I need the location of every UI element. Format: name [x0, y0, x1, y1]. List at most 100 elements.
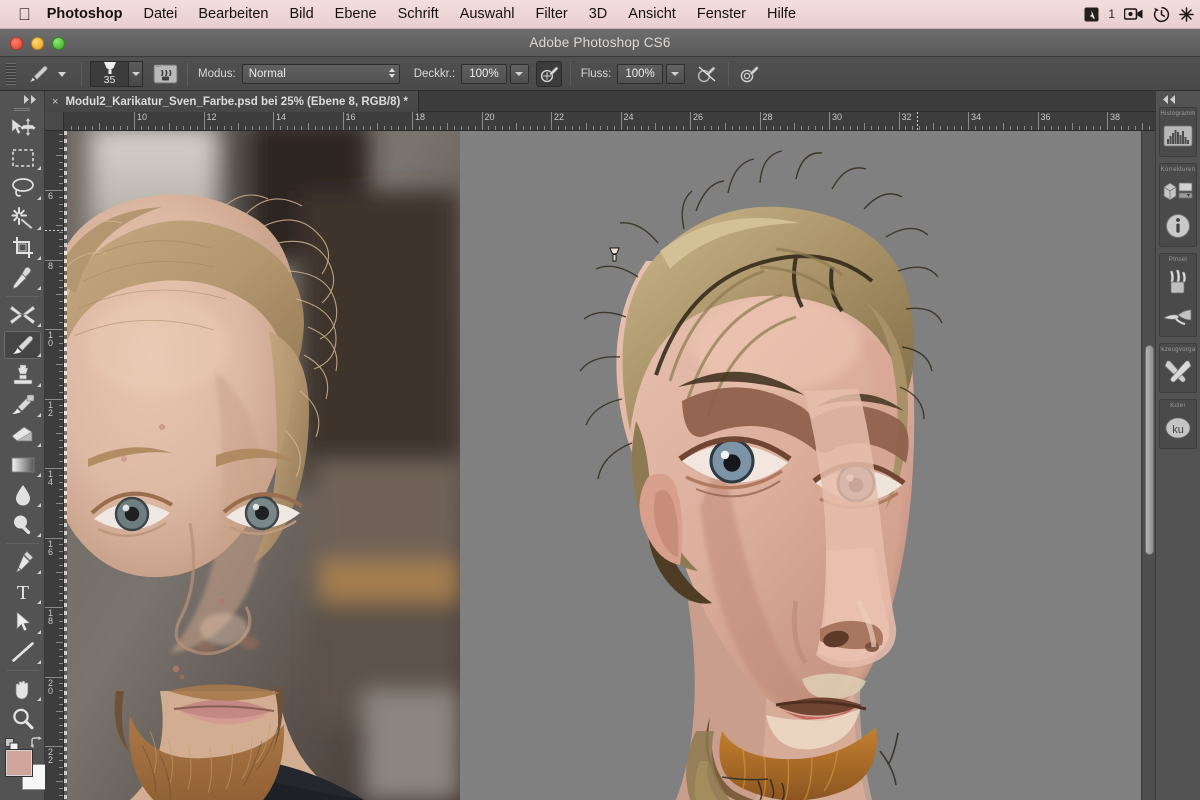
horizontal-ruler[interactable]: 10 12 14 16 18 20 22 24 26 28 30 32 34 36 38 — [64, 112, 1155, 131]
eraser-tool[interactable] — [0, 420, 45, 450]
ruler-tick — [59, 141, 63, 143]
menu-item-schrift[interactable]: Schrift — [398, 6, 439, 22]
lasso-tool[interactable] — [0, 173, 45, 203]
screen-recording-icon[interactable] — [1124, 7, 1144, 21]
ruler-tick — [154, 126, 156, 130]
adjustments-panel-icon[interactable] — [1160, 175, 1196, 209]
os-menu-bar:  Photoshop Datei Bearbeiten Bild Ebene … — [0, 0, 1200, 29]
reference-photo[interactable] — [64, 131, 460, 800]
menu-item-bild[interactable]: Bild — [289, 6, 313, 22]
tool-presets-panel-icon[interactable] — [1160, 355, 1196, 389]
ruler-guide-marker[interactable] — [916, 112, 918, 130]
tools-divider — [5, 670, 39, 671]
tool-submenu-indicator — [37, 383, 41, 387]
apple-logo-icon[interactable]:  — [18, 6, 31, 23]
clone-stamp-tool[interactable] — [0, 360, 45, 390]
ruler-tick — [59, 544, 63, 546]
options-bar-grip[interactable] — [6, 62, 16, 85]
foreground-color-swatch[interactable] — [5, 749, 33, 777]
healing-brush-tool[interactable] — [0, 300, 45, 330]
menu-item-photoshop[interactable]: Photoshop — [47, 6, 123, 22]
dodge-tool[interactable] — [0, 510, 45, 540]
menu-item-fenster[interactable]: Fenster — [697, 6, 746, 22]
tools-panel-expand-toggle[interactable] — [0, 91, 44, 107]
hand-tool[interactable] — [0, 674, 45, 704]
tool-submenu-indicator — [37, 503, 41, 507]
scrollbar-thumb[interactable] — [1145, 345, 1154, 555]
blend-mode-stepper[interactable] — [388, 67, 395, 78]
canvas-vertical-scrollbar[interactable] — [1141, 131, 1155, 800]
type-tool[interactable]: T — [0, 577, 45, 607]
tool-preset-picker-caret[interactable] — [57, 69, 67, 79]
info-panel-icon[interactable] — [1160, 209, 1196, 243]
eyedropper-tool[interactable] — [0, 263, 45, 293]
vertical-ruler[interactable]: 6 8 1 0 1 2 1 4 1 6 1 8 2 0 2 2 — [45, 131, 64, 800]
dropbox-icon[interactable] — [1179, 6, 1194, 22]
ruler-tick — [905, 126, 907, 130]
menu-item-3d[interactable]: 3D — [589, 6, 608, 22]
menu-item-ebene[interactable]: Ebene — [335, 6, 377, 22]
ruler-mark: 38 — [1107, 112, 1120, 130]
caricature-painting[interactable] — [460, 131, 1155, 800]
zoom-tool[interactable] — [0, 704, 45, 734]
histogram-panel-icon[interactable] — [1160, 119, 1196, 153]
minimize-button[interactable] — [31, 37, 44, 50]
ruler-tick — [592, 126, 594, 130]
close-icon[interactable]: × — [52, 96, 58, 108]
history-brush-tool[interactable] — [0, 390, 45, 420]
opacity-input[interactable]: 100% — [461, 63, 507, 84]
menu-item-hilfe[interactable]: Hilfe — [767, 6, 796, 22]
ruler-origin[interactable] — [45, 112, 64, 131]
line-tool[interactable] — [0, 637, 45, 667]
document-tab[interactable]: × Modul2_Karikatur_Sven_Farbe.psd bei 25… — [45, 91, 419, 112]
pen-tool[interactable] — [0, 547, 45, 577]
ruler-tick — [71, 126, 73, 130]
magic-wand-tool[interactable] — [0, 203, 45, 233]
document-tab-bar: × Modul2_Karikatur_Sven_Farbe.psd bei 25… — [45, 91, 1155, 112]
menu-item-filter[interactable]: Filter — [536, 6, 568, 22]
kuler-panel-icon[interactable]: ku — [1160, 411, 1196, 445]
ruler-tick — [648, 126, 650, 130]
brush-preset-caret[interactable] — [128, 60, 143, 87]
adobe-creative-cloud-icon[interactable] — [1084, 7, 1099, 22]
brush-preset-picker[interactable]: 35 — [90, 60, 143, 87]
brush-panel-toggle-icon[interactable] — [152, 61, 179, 86]
ruler-mark: 8 — [45, 259, 63, 270]
pressure-controls-opacity-icon[interactable] — [535, 60, 562, 87]
brush-panel-icon[interactable] — [1160, 265, 1196, 299]
gradient-tool[interactable] — [0, 450, 45, 480]
blur-tool[interactable] — [0, 480, 45, 510]
dock-collapse-toggle[interactable] — [1156, 91, 1200, 107]
zoom-button[interactable] — [52, 37, 65, 50]
ruler-tick — [446, 123, 448, 130]
pressure-controls-size-icon[interactable] — [737, 61, 763, 87]
ruler-tick — [425, 126, 427, 130]
close-button[interactable] — [10, 37, 23, 50]
ruler-tick — [59, 739, 63, 741]
rectangular-marquee-tool[interactable] — [0, 143, 45, 173]
crop-tool[interactable] — [0, 233, 45, 263]
menu-item-bearbeiten[interactable]: Bearbeiten — [198, 6, 268, 22]
menu-item-datei[interactable]: Datei — [143, 6, 177, 22]
airbrush-icon[interactable] — [694, 61, 720, 87]
brush-tool-icon[interactable] — [25, 61, 51, 87]
tray-badge-count: 1 — [1108, 7, 1115, 21]
brush-tool[interactable] — [0, 330, 45, 360]
flow-label: Fluss: — [580, 67, 612, 80]
move-tool[interactable] — [0, 113, 45, 143]
ruler-tick — [460, 126, 462, 130]
ruler-guide-marker[interactable] — [45, 230, 63, 231]
tool-submenu-indicator — [37, 413, 41, 417]
ruler-tick — [961, 126, 963, 130]
flow-input[interactable]: 100% — [617, 63, 663, 84]
flow-slider-toggle[interactable] — [665, 63, 685, 84]
canvas-area[interactable] — [64, 131, 1155, 800]
opacity-slider-toggle[interactable] — [509, 63, 529, 84]
dock-group-brushes: Pinsel — [1159, 253, 1197, 337]
time-machine-icon[interactable] — [1153, 6, 1170, 23]
menu-item-ansicht[interactable]: Ansicht — [628, 6, 676, 22]
brush-presets-panel-icon[interactable] — [1160, 299, 1196, 333]
blend-mode-select[interactable]: Normal — [241, 63, 400, 84]
menu-item-auswahl[interactable]: Auswahl — [460, 6, 515, 22]
path-selection-tool[interactable] — [0, 607, 45, 637]
